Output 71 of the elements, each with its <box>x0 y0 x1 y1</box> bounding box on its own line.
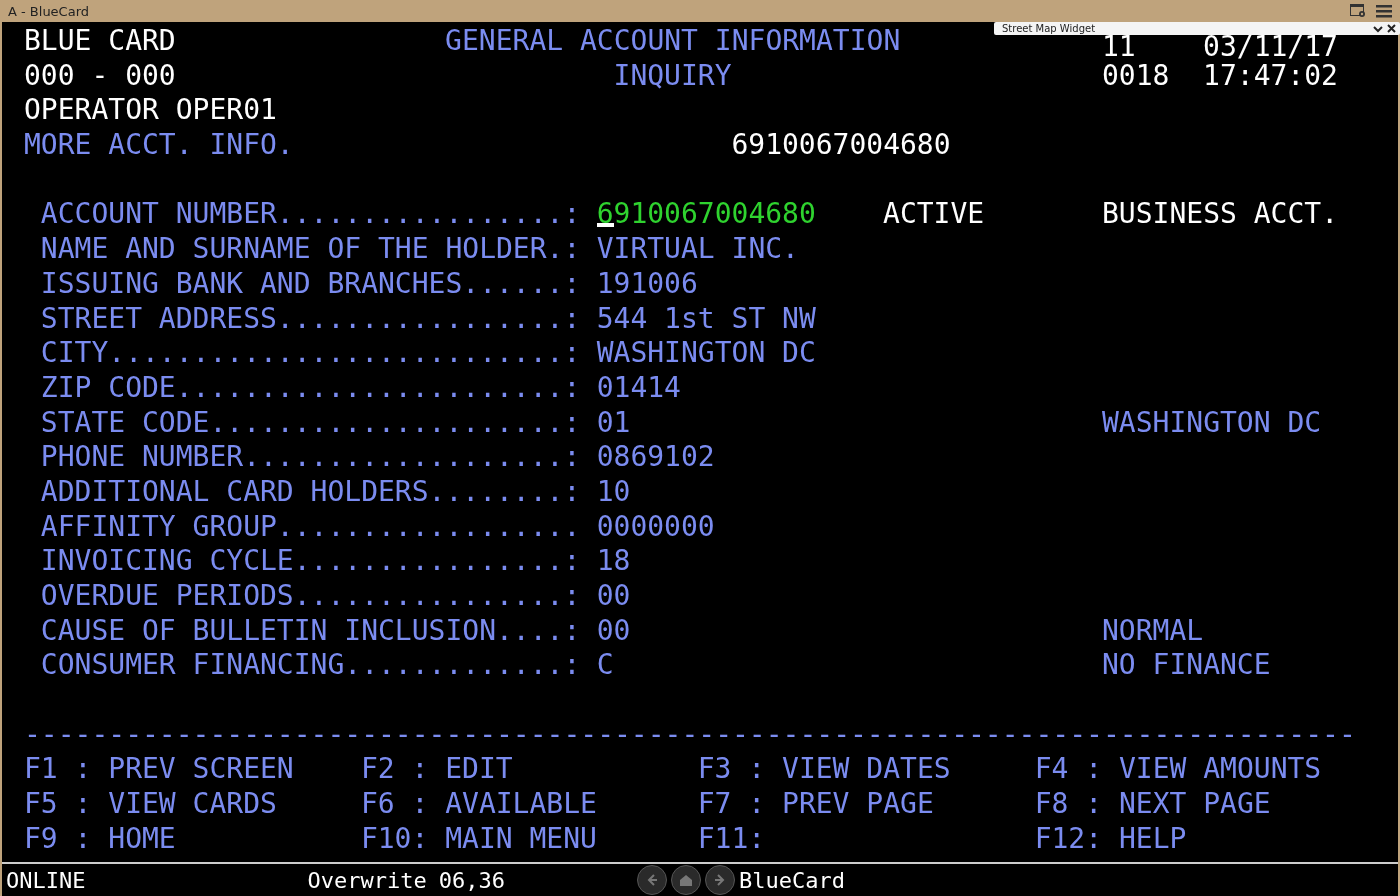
field-value: 544 1st ST NW <box>596 301 816 337</box>
field-value: 6910067004680 <box>596 197 816 233</box>
status-text: BUSINESS ACCT. <box>1102 197 1338 233</box>
field-label: CONSUMER FINANCING.............: <box>40 648 580 684</box>
function-key-label: F11: <box>697 821 766 857</box>
field-label: NAME AND SURNAME OF THE HOLDER.: <box>40 232 580 267</box>
field-value: C <box>596 648 614 684</box>
status-text: ACTIVE <box>883 197 985 233</box>
header-text: BLUE CARD <box>24 24 176 59</box>
field-label: STATE CODE.....................: <box>40 405 580 441</box>
field-label: STREET ADDRESS.................: <box>40 301 580 337</box>
close-icon[interactable] <box>1387 24 1396 33</box>
separator-line: ------------------------------------------------------------------------------- <box>24 717 1355 753</box>
field-note: NORMAL <box>1102 613 1204 649</box>
window-settings-icon[interactable] <box>1350 4 1366 18</box>
field-label: INVOICING CYCLE................: <box>40 544 580 579</box>
field-value: 18 <box>596 544 631 579</box>
field-value: 00 <box>596 613 631 649</box>
function-key-label: F8 : NEXT PAGE <box>1034 787 1271 822</box>
screen-title: INQUIRY <box>613 58 732 94</box>
function-key-label: F10: MAIN MENU <box>360 821 597 857</box>
field-value: 0869102 <box>596 440 715 475</box>
header-text: MORE ACCT. INFO. <box>24 128 294 163</box>
function-key-label: F6 : AVAILABLE <box>360 787 597 822</box>
field-value: 01414 <box>596 370 681 406</box>
header-text: 11 <box>1102 32 1136 61</box>
function-key-label: F9 : HOME <box>24 821 176 857</box>
forward-button[interactable] <box>704 865 735 895</box>
header-text: 000 - 000 <box>24 58 176 94</box>
header-text: 17:47:02 <box>1203 58 1338 94</box>
header-text: 0018 <box>1102 58 1170 94</box>
home-icon <box>677 872 694 888</box>
field-value: VIRTUAL INC. <box>596 232 799 267</box>
header-text: 03/11/17 <box>1203 32 1338 61</box>
insert-mode: Overwrite <box>307 867 427 893</box>
function-key-label: F1 : PREV SCREEN <box>24 752 294 788</box>
back-button[interactable] <box>636 865 667 895</box>
field-value: 191006 <box>596 266 698 302</box>
header-text: OPERATOR OPER01 <box>24 93 277 129</box>
connection-status: ONLINE <box>6 867 86 893</box>
field-label: AFFINITY GROUP.................. <box>40 509 580 545</box>
window-title: A - BlueCard <box>8 3 91 19</box>
function-key-label: F3 : VIEW DATES <box>697 752 951 788</box>
field-label: OVERDUE PERIODS................: <box>40 579 580 614</box>
menu-icon[interactable] <box>1376 4 1392 18</box>
function-key-label: F12: HELP <box>1034 821 1187 857</box>
function-key-label: F4 : VIEW AMOUNTS <box>1034 752 1321 788</box>
account-number: 6910067004680 <box>731 128 951 163</box>
function-key-label: F7 : PREV PAGE <box>697 787 934 822</box>
field-label: PHONE NUMBER...................: <box>40 440 580 475</box>
cursor-position: 06,36 <box>438 867 505 893</box>
field-value: 10 <box>596 474 631 510</box>
screen-title: GENERAL ACCOUNT INFORMATION <box>445 24 900 59</box>
field-label: ISSUING BANK AND BRANCHES......: <box>40 266 580 302</box>
field-label: CITY...........................: <box>40 336 580 371</box>
session-name: BlueCard <box>738 867 845 893</box>
field-label: ACCOUNT NUMBER.................: <box>40 197 580 233</box>
chevron-down-icon[interactable] <box>1373 24 1383 33</box>
function-key-label: F5 : VIEW CARDS <box>24 787 277 822</box>
field-note: NO FINANCE <box>1102 648 1271 684</box>
function-key-label: F2 : EDIT <box>360 752 513 788</box>
field-label: CAUSE OF BULLETIN INCLUSION....: <box>40 613 580 649</box>
home-button[interactable] <box>670 865 701 895</box>
field-value: 00 <box>596 579 631 614</box>
field-label: ZIP CODE.......................: <box>40 370 580 406</box>
field-value: WASHINGTON DC <box>596 336 816 371</box>
field-value: 0000000 <box>596 509 715 545</box>
widget-title: Street Map Widget <box>1002 23 1097 34</box>
field-label: ADDITIONAL CARD HOLDERS........: <box>40 474 580 510</box>
field-note: WASHINGTON DC <box>1102 405 1321 441</box>
field-value: 01 <box>596 405 631 441</box>
